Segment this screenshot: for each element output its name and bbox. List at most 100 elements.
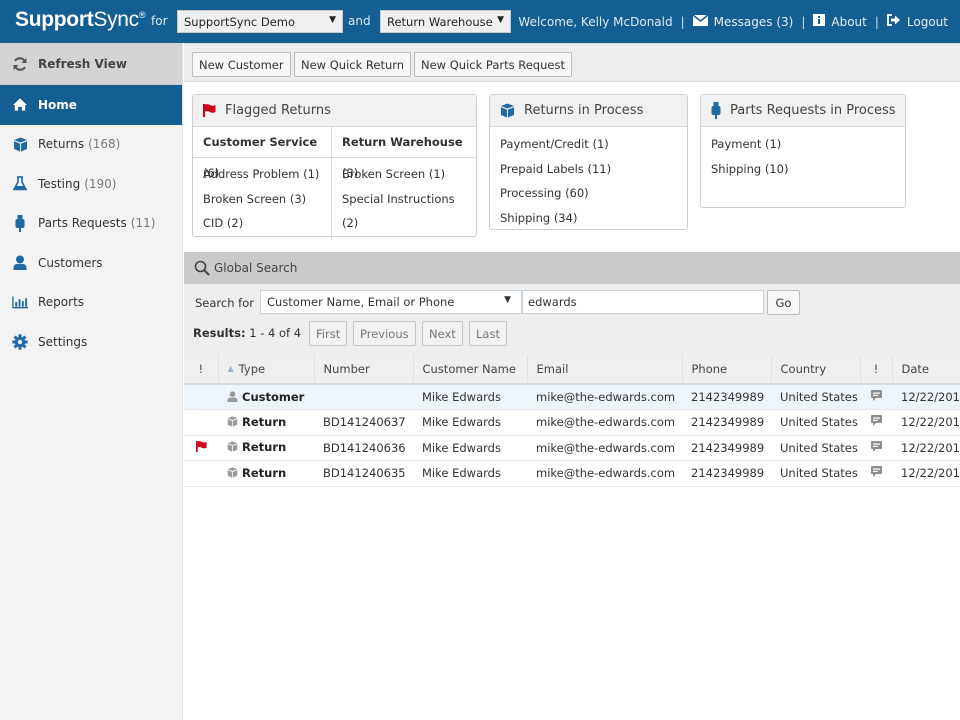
panel-header: Returns in Process xyxy=(490,95,687,127)
type-label: Customer xyxy=(242,389,305,404)
sidebar-item-customers[interactable]: Customers xyxy=(0,243,182,283)
type-label: Return xyxy=(242,465,287,480)
sidebar-item-home[interactable]: Home xyxy=(0,85,182,125)
column-header-email[interactable]: Email xyxy=(527,355,683,385)
new-quick-parts-request-button[interactable]: New Quick Parts Request xyxy=(414,52,572,77)
location-select[interactable]: Return Warehouse ▼ xyxy=(380,10,511,33)
number-cell: BD141240637 xyxy=(314,409,413,436)
table-row[interactable]: Return BD141240636 Mike Edwards mike@the-ed… xyxy=(184,435,960,461)
brand-logo[interactable]: SupportSync® xyxy=(15,8,146,32)
search-input[interactable] xyxy=(522,290,764,314)
sidebar-item-settings[interactable]: Settings xyxy=(0,322,182,362)
and-label: and xyxy=(348,14,371,28)
flag-list-item[interactable]: Broken Screen (1) xyxy=(342,162,466,187)
column-header-flag[interactable]: ! xyxy=(184,355,219,385)
comment-icon[interactable] xyxy=(870,466,882,480)
sidebar-item-returns[interactable]: Returns (168) xyxy=(0,125,182,165)
column-header[interactable]: Return Warehouse (3) xyxy=(332,127,476,180)
flag-list-item[interactable]: Address Problem (1) xyxy=(203,162,321,187)
note-cell[interactable] xyxy=(860,409,892,436)
process-list-item[interactable]: Shipping (34) xyxy=(500,206,677,231)
flag-cell xyxy=(184,409,218,436)
sidebar-item-label: Settings xyxy=(38,334,88,349)
process-list-item[interactable]: Processing (60) xyxy=(500,181,677,206)
messages-link[interactable]: Messages (3) xyxy=(714,15,794,29)
number-cell xyxy=(314,384,413,410)
last-page-button[interactable]: Last xyxy=(469,321,507,346)
process-list-item[interactable]: Payment (1) xyxy=(711,132,895,157)
flag-list-item[interactable]: Special Instructions (2) xyxy=(342,187,466,231)
note-cell[interactable] xyxy=(860,460,892,487)
global-search-header: Global Search xyxy=(184,252,960,284)
comment-icon[interactable] xyxy=(870,415,882,429)
logout-link[interactable]: Logout xyxy=(907,15,948,29)
customer-name-cell: Mike Edwards xyxy=(413,460,527,487)
note-cell[interactable] xyxy=(860,384,892,410)
customer-name-cell: Mike Edwards xyxy=(413,409,527,436)
sidebar-item-parts-requests[interactable]: Parts Requests (11) xyxy=(0,204,182,244)
column-header[interactable]: Customer Service (6) xyxy=(193,127,331,180)
action-toolbar: New Customer New Quick Return New Quick … xyxy=(184,43,960,82)
user-icon xyxy=(227,390,238,405)
user-icon xyxy=(12,255,28,271)
user-nav: Welcome, Kelly McDonald | Messages (3) |… xyxy=(518,13,948,29)
process-list-item[interactable]: Shipping (10) xyxy=(711,157,895,182)
new-customer-button[interactable]: New Customer xyxy=(192,52,291,77)
note-cell[interactable] xyxy=(860,435,892,461)
go-button[interactable]: Go xyxy=(767,290,800,315)
sidebar-item-label: Testing xyxy=(38,176,81,191)
first-page-button[interactable]: First xyxy=(309,321,348,346)
column-header-customer-name[interactable]: Customer Name xyxy=(413,355,528,385)
search-icon xyxy=(194,260,210,276)
sidebar: Refresh View Home Returns (168) Testing … xyxy=(0,43,183,720)
sidebar-item-label: Parts Requests xyxy=(38,216,127,231)
refresh-icon xyxy=(12,56,28,72)
sidebar-item-label: Home xyxy=(38,97,77,112)
home-icon xyxy=(12,97,28,113)
sidebar-item-count: (168) xyxy=(88,137,121,152)
column-header-date[interactable]: Date xyxy=(892,355,960,385)
column-header-type[interactable]: ▲ Type xyxy=(218,355,315,385)
refresh-view-button[interactable]: Refresh View xyxy=(0,43,182,85)
sidebar-item-label: Reports xyxy=(38,295,85,310)
box-icon xyxy=(227,416,238,430)
panel-header: Parts Requests in Process xyxy=(701,95,905,127)
next-page-button[interactable]: Next xyxy=(422,321,463,346)
welcome-text: Welcome, Kelly McDonald xyxy=(518,14,673,29)
box-icon xyxy=(500,103,515,118)
flag-column-return-warehouse: Return Warehouse (3) Broken Screen (1) S… xyxy=(332,127,476,240)
flag-list-item[interactable]: CID (2) xyxy=(203,211,321,236)
date-cell: 12/22/201 xyxy=(892,384,960,410)
process-list-item[interactable]: Prepaid Labels (11) xyxy=(500,157,677,182)
table-row[interactable]: Return BD141240635 Mike Edwards mike@the-ed… xyxy=(184,460,960,487)
sidebar-item-reports[interactable]: Reports xyxy=(0,283,182,323)
sidebar-item-label: Customers xyxy=(38,255,103,270)
flag-list-item[interactable]: Broken Screen (3) xyxy=(203,187,321,212)
column-header-number[interactable]: Number xyxy=(314,355,414,385)
table-row[interactable]: Customer Mike Edwards mike@the-edwards.com… xyxy=(184,384,960,410)
process-list-item[interactable]: Payment/Credit (1) xyxy=(500,132,677,157)
search-type-select[interactable]: Customer Name, Email or Phone ▼ xyxy=(260,290,522,314)
column-header-note[interactable]: ! xyxy=(860,355,893,385)
email-cell: mike@the-edwards.com xyxy=(527,384,682,410)
comment-icon[interactable] xyxy=(870,440,882,455)
column-header-phone[interactable]: Phone xyxy=(682,355,772,385)
number-cell: BD141240635 xyxy=(314,460,413,487)
sidebar-item-testing[interactable]: Testing (190) xyxy=(0,164,182,204)
info-icon xyxy=(813,14,826,29)
usb-plug-icon xyxy=(711,102,721,119)
table-row[interactable]: Return BD141240637 Mike Edwards mike@the-ed… xyxy=(184,409,960,436)
type-label: Return xyxy=(242,440,287,455)
comment-icon[interactable] xyxy=(870,390,882,404)
sidebar-item-count: (11) xyxy=(130,216,156,231)
flagged-returns-grid: Customer Service (6) Address Problem (1)… xyxy=(193,127,476,240)
about-link[interactable]: About xyxy=(831,15,866,29)
previous-page-button[interactable]: Previous xyxy=(353,321,416,346)
column-header-country[interactable]: Country xyxy=(771,355,861,385)
new-quick-return-button[interactable]: New Quick Return xyxy=(294,52,412,77)
panel-title: Parts Requests in Process xyxy=(730,103,896,118)
company-select[interactable]: SupportSync Demo ▼ xyxy=(177,10,343,33)
country-cell: United States xyxy=(771,409,860,436)
global-search-form: Search for Customer Name, Email or Phone… xyxy=(184,284,960,355)
number-cell: BD141240636 xyxy=(314,435,413,461)
